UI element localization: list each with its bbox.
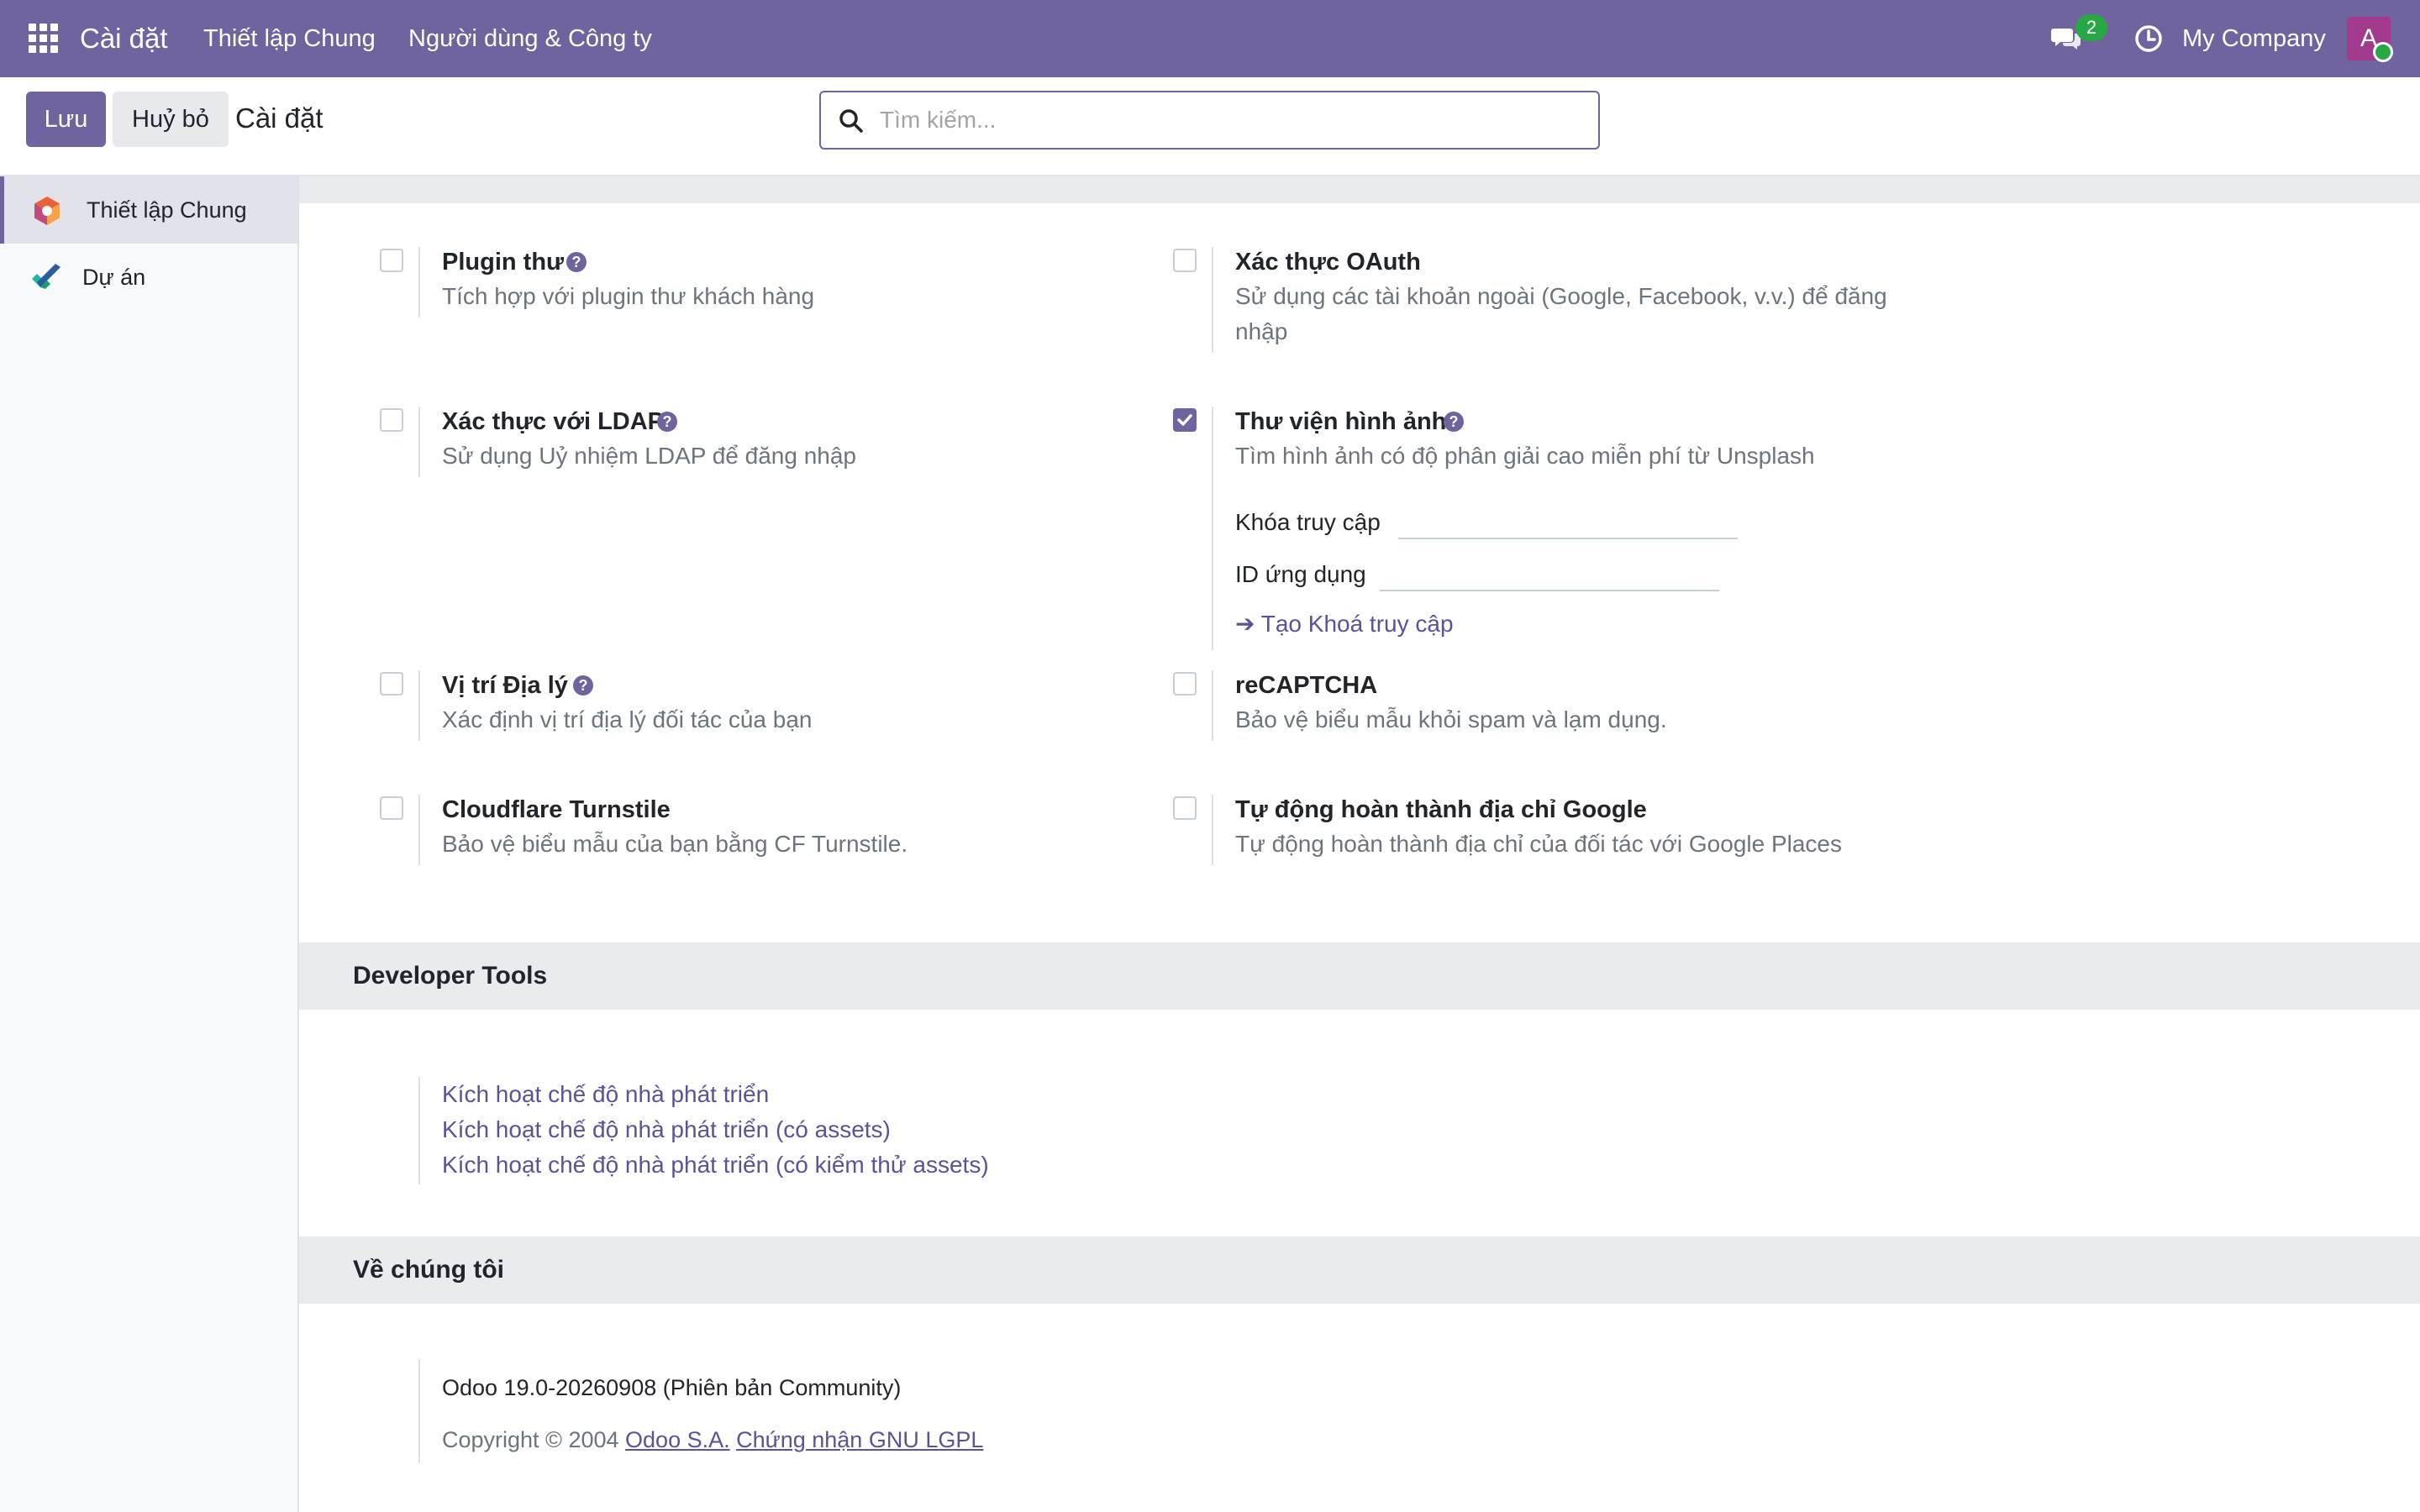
unsplash-desc: Tìm hình ảnh có độ phân giải cao miễn ph… [1235,443,1815,469]
section-title: Về chúng tôi [353,1256,504,1284]
control-panel: Lưu Huỷ bỏ Cài đặt [0,77,2420,176]
recaptcha-title: reCAPTCHA [1235,672,1378,699]
oauth-desc-cont: nhập [1235,318,1288,344]
divider [1212,670,1213,741]
ldap-checkbox[interactable] [380,408,403,432]
company-switcher[interactable]: My Company [2182,18,2326,59]
recaptcha-checkbox[interactable] [1173,672,1197,696]
activity-clock-icon[interactable] [2132,22,2165,55]
divider [418,407,420,477]
app-id-label: ID ứng dụng [1235,561,1366,587]
geolocation-checkbox[interactable] [380,672,403,696]
activate-developer-mode-tests-link[interactable]: Kích hoạt chế độ nhà phát triển (có kiểm… [442,1147,989,1183]
generate-access-key-link[interactable]: ➔ Tạo Khoá truy cập [1235,606,1454,642]
turnstile-desc: Bảo vệ biểu mẫu của bạn bằng CF Turnstil… [442,831,908,857]
odoo-version: Odoo 19.0-20260908 (Phiên bản Community) [442,1375,902,1400]
settings-sidebar: Thiết lập Chung Dự án [0,176,299,1512]
help-icon[interactable]: ? [573,675,593,696]
unsplash-checkbox[interactable] [1173,408,1197,432]
odoo-sa-link[interactable]: Odoo S.A. [625,1427,730,1452]
checkmark-icon [1177,414,1192,426]
geolocation-title: Vị trí Địa lý [442,672,568,699]
help-icon[interactable]: ? [657,412,677,432]
ldap-desc: Sử dụng Uỷ nhiệm LDAP để đăng nhập [442,443,857,469]
page-title: Cài đặt [235,102,324,134]
divider [418,1359,420,1463]
divider [1212,407,1213,650]
turnstile-checkbox[interactable] [380,796,403,820]
activate-developer-mode-assets-link[interactable]: Kích hoạt chế độ nhà phát triển (có asse… [442,1112,891,1147]
mail-plugin-title: Plugin thư [442,249,565,276]
google-places-desc: Tự động hoàn thành địa chỉ của đối tác v… [1235,831,1842,857]
copyright-line: Copyright © 2004 Odoo S.A. Chứng nhận GN… [442,1423,983,1457]
divider [418,795,420,865]
turnstile-title: Cloudflare Turnstile [442,796,671,823]
discard-button[interactable]: Huỷ bỏ [113,92,229,147]
google-places-checkbox[interactable] [1173,796,1197,820]
recaptcha-desc: Bảo vệ biểu mẫu khỏi spam và lạm dụng. [1235,706,1667,732]
divider [1212,795,1213,865]
divider [1212,247,1213,353]
activate-developer-mode-link[interactable]: Kích hoạt chế độ nhà phát triển [442,1077,769,1112]
oauth-title: Xác thực OAuth [1235,249,1421,276]
oauth-desc: Sử dụng các tài khoản ngoài (Google, Fac… [1235,283,1887,309]
settings-main: Plugin thư ? Tích hợp với plugin thư khá… [299,176,2420,1512]
sidebar-item-general-settings[interactable]: Thiết lập Chung [0,176,297,244]
menu-users-companies[interactable]: Người dùng & Công ty [408,18,652,59]
access-key-input[interactable] [1398,506,1738,539]
lgpl-license-link[interactable]: Chứng nhận GNU LGPL [736,1427,983,1452]
google-places-title: Tự động hoàn thành địa chỉ Google [1235,796,1647,823]
search-input[interactable] [880,101,1586,139]
messages-badge: 2 [2075,14,2107,41]
help-icon[interactable]: ? [1444,412,1464,432]
developer-tools-header: Developer Tools [299,942,2420,1010]
mail-plugin-checkbox[interactable] [380,249,403,272]
project-app-icon [32,264,60,289]
settings-app-icon [34,197,60,225]
section-header-partial [299,176,2420,203]
mail-plugin-desc: Tích hợp với plugin thư khách hàng [442,283,815,309]
ldap-title: Xác thực với LDAP [442,408,665,435]
unsplash-title: Thư viện hình ảnh [1235,408,1447,435]
oauth-checkbox[interactable] [1173,249,1197,272]
divider [418,1077,420,1184]
search-icon [839,109,863,133]
search-box[interactable] [819,91,1600,150]
sidebar-item-label: Thiết lập Chung [87,197,247,223]
save-button[interactable]: Lưu [26,92,106,147]
sidebar-item-label: Dự án [82,265,146,290]
generate-access-key-label: Tạo Khoá truy cập [1260,611,1454,637]
top-navbar: Cài đặt Thiết lập Chung Người dùng & Côn… [0,0,2420,77]
access-key-label: Khóa truy cập [1235,509,1381,535]
app-name[interactable]: Cài đặt [80,18,168,59]
about-header: Về chúng tôi [299,1236,2420,1304]
section-title: Developer Tools [353,962,548,990]
copyright-text: Copyright © 2004 [442,1427,619,1452]
apps-grid-icon[interactable] [29,24,59,54]
geolocation-desc: Xác định vị trí địa lý đối tác của bạn [442,706,813,732]
sidebar-item-project[interactable]: Dự án [0,244,297,311]
help-icon[interactable]: ? [566,252,587,272]
app-id-input[interactable] [1380,558,1719,591]
arrow-right-icon: ➔ [1235,611,1261,637]
online-status-dot [2373,42,2393,62]
divider [418,670,420,741]
divider [418,247,420,318]
menu-general-settings[interactable]: Thiết lập Chung [203,18,376,59]
